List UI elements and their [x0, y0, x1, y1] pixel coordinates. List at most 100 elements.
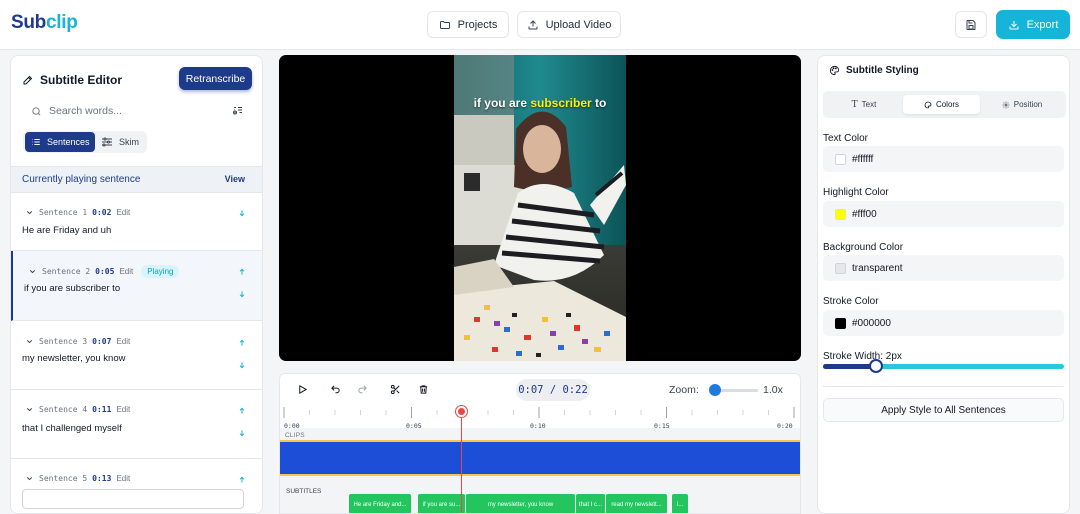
subtitle-chip[interactable]: He are Friday and... — [349, 494, 411, 513]
video-clip[interactable] — [280, 440, 800, 476]
move-down-icon[interactable] — [238, 209, 246, 217]
subtitle-chip[interactable]: I... — [672, 494, 688, 513]
subtitle-styling-panel: Subtitle Styling T Text Colors Position … — [817, 55, 1070, 514]
sentence-item-playing[interactable]: Sentence 2 0:05 Edit Playing if you are … — [11, 251, 262, 321]
app-logo[interactable]: Subclip — [11, 12, 78, 34]
sentence-item[interactable]: Sentence 4 0:11 Edit that I challenged m… — [11, 390, 262, 459]
sentence-text[interactable]: my newsletter, you know — [22, 353, 126, 364]
sentence-meta: Sentence 2 0:05 Edit Playing — [28, 265, 180, 278]
sentence-item[interactable]: Sentence 1 0:02 Edit He are Friday and u… — [11, 193, 262, 251]
sentence-edit-link[interactable]: Edit — [116, 474, 130, 483]
playhead-handle[interactable] — [456, 406, 467, 417]
sentence-time[interactable]: 0:11 — [92, 405, 111, 414]
sentence-edit-link[interactable]: Edit — [116, 208, 130, 217]
scissors-icon[interactable] — [390, 384, 401, 395]
stroke-width-thumb[interactable] — [869, 359, 884, 373]
chevron-down-icon[interactable] — [28, 267, 37, 276]
move-up-icon[interactable] — [238, 407, 246, 415]
sentence-text[interactable]: He are Friday and uh — [22, 225, 111, 236]
tab-text[interactable]: T Text — [827, 95, 901, 114]
text-tab-icon: T — [851, 99, 858, 110]
sentences-mode-label: Sentences — [47, 137, 90, 147]
move-down-icon[interactable] — [238, 429, 246, 437]
chevron-down-icon[interactable] — [25, 405, 34, 414]
subtitle-chip[interactable]: my newsletter, you know — [466, 494, 575, 513]
retranscribe-button[interactable]: Retranscribe — [179, 67, 252, 90]
sentence-meta: Sentence 3 0:07 Edit — [25, 337, 130, 346]
text-color-swatch[interactable] — [835, 153, 846, 165]
sentence-time[interactable]: 0:13 — [92, 474, 111, 483]
subtitle-editor-label: Subtitle Editor — [40, 73, 122, 87]
search-options-icon[interactable] — [232, 105, 244, 117]
time-ruler[interactable]: 0:00 0:05 0:10 0:15 0:20 — [280, 406, 800, 430]
zoom-slider-thumb[interactable] — [708, 384, 721, 396]
background-color-swatch[interactable] — [835, 262, 846, 274]
sentence-text[interactable]: if you are subscriber to — [24, 283, 120, 294]
tab-position[interactable]: Position — [983, 95, 1061, 114]
pencil-icon — [23, 75, 33, 85]
zoom-value: 1.0x — [763, 384, 783, 396]
sentence-time[interactable]: 0:05 — [95, 267, 114, 276]
projects-button[interactable]: Projects — [427, 11, 509, 38]
search-input[interactable]: Search words... — [49, 105, 122, 117]
move-up-icon[interactable] — [238, 476, 246, 484]
play-icon[interactable] — [297, 384, 308, 395]
sentence-time[interactable]: 0:02 — [92, 208, 111, 217]
search-field[interactable]: Search words... — [31, 105, 122, 117]
tab-colors-label: Colors — [935, 100, 960, 109]
palette-icon — [924, 101, 932, 108]
chevron-down-icon[interactable] — [25, 208, 34, 217]
view-current-link[interactable]: View — [225, 174, 245, 184]
export-button[interactable]: Export — [996, 10, 1070, 39]
upload-video-label: Upload Video — [545, 18, 612, 31]
chevron-down-icon[interactable] — [25, 337, 34, 346]
search-icon — [32, 106, 41, 115]
highlight-color-field[interactable]: #fff00 — [823, 201, 1064, 227]
stroke-color-field[interactable]: #000000 — [823, 310, 1064, 336]
chevron-down-icon[interactable] — [25, 474, 34, 483]
sentence-edit-link[interactable]: Edit — [116, 405, 130, 414]
video-player[interactable]: if you are subscriber to — [279, 55, 801, 361]
sentence-label: Sentence 1 — [39, 208, 88, 217]
sentence-edit-link[interactable]: Edit — [116, 337, 130, 346]
subtitle-styling-title: Subtitle Styling — [829, 65, 919, 76]
stroke-color-value: #000000 — [852, 317, 891, 329]
subtitle-chip[interactable]: if you are su... — [418, 494, 465, 513]
undo-icon[interactable] — [330, 384, 341, 395]
skim-icon — [102, 137, 112, 147]
tab-colors[interactable]: Colors — [903, 95, 980, 114]
highlight-color-value: #fff00 — [852, 208, 877, 220]
stroke-width-slider[interactable] — [823, 364, 1064, 369]
sentence-edit-input[interactable] — [22, 489, 244, 509]
sentence-label: Sentence 2 — [42, 267, 91, 276]
sentence-item[interactable]: Sentence 3 0:07 Edit my newsletter, you … — [11, 321, 262, 390]
move-down-icon[interactable] — [238, 290, 246, 298]
skim-mode-button[interactable]: Skim — [99, 132, 145, 152]
subtitle-chip[interactable]: read my newslett... — [606, 494, 667, 513]
apply-style-all-button[interactable]: Apply Style to All Sentences — [823, 398, 1064, 422]
save-button[interactable] — [955, 11, 987, 38]
total-time: 0:22 — [562, 384, 588, 396]
move-up-icon[interactable] — [238, 268, 246, 276]
background-color-field[interactable]: transparent — [823, 255, 1064, 281]
subtitle-editor-panel: Subtitle Editor Retranscribe Search word… — [10, 55, 263, 514]
trash-icon[interactable] — [418, 384, 429, 395]
sentence-time[interactable]: 0:07 — [92, 337, 111, 346]
sentence-text[interactable]: that I challenged myself — [22, 423, 122, 434]
sentence-label: Sentence 5 — [39, 474, 88, 483]
sentence-meta: Sentence 1 0:02 Edit — [25, 208, 130, 217]
redo-icon[interactable] — [357, 384, 368, 395]
move-down-icon[interactable] — [238, 361, 246, 369]
stroke-color-swatch[interactable] — [835, 317, 846, 329]
text-color-field[interactable]: #ffffff — [823, 146, 1064, 172]
subtitle-chip[interactable]: that I c... — [576, 494, 605, 513]
playhead-line[interactable] — [461, 412, 462, 513]
sentences-mode-button[interactable]: Sentences — [25, 132, 95, 152]
sentence-edit-link[interactable]: Edit — [119, 267, 133, 276]
caption-prefix: if you are — [473, 96, 531, 110]
move-up-icon[interactable] — [238, 339, 246, 347]
download-icon — [1009, 20, 1019, 29]
highlight-color-swatch[interactable] — [835, 208, 846, 220]
upload-video-button[interactable]: Upload Video — [517, 11, 621, 38]
current-time: 0:07 — [518, 384, 544, 396]
